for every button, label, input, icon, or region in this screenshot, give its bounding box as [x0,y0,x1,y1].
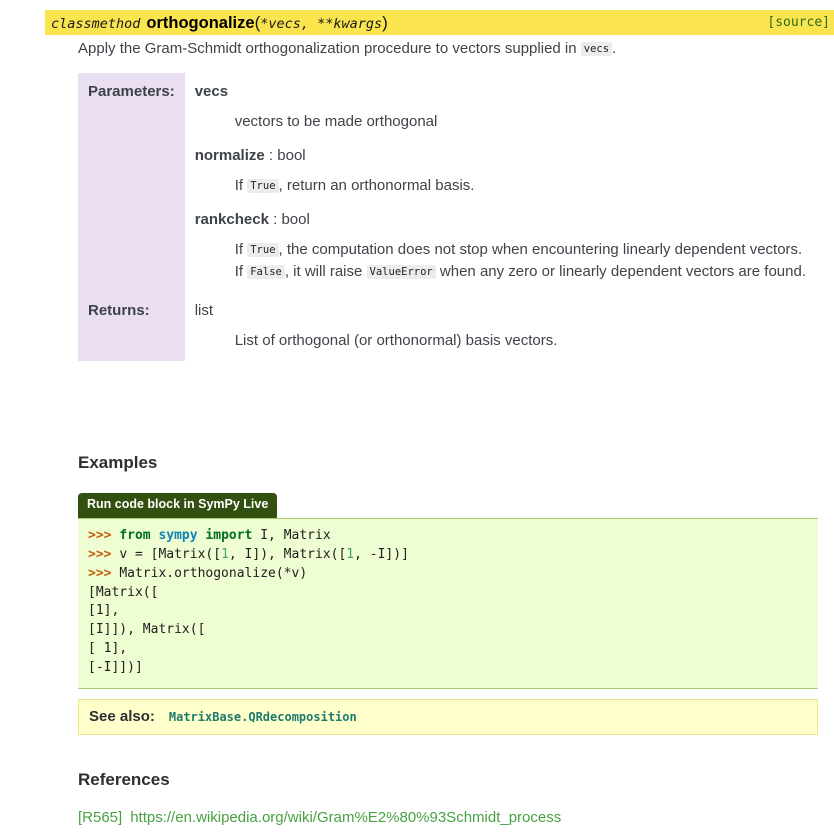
parameter-normalize: normalize : bool If True, return an orth… [195,147,818,198]
parameter-normalize-description: If True, return an orthonormal basis. [235,175,818,198]
see-also-box: See also: MatrixBase.QRdecomposition [78,699,818,735]
rankcheck-desc-line2: If False, it will raise ValueError when … [235,263,806,280]
return-type: list [194,302,214,320]
parameter-vecs-name: vecs [194,83,229,100]
inline-code-vecs: vecs [580,42,613,56]
parameter-rankcheck: rankcheck : bool If True, the computatio… [195,211,818,285]
reference-entry: [R565] https://en.wikipedia.org/wiki/Gra… [78,809,818,826]
signature-parameters: *vecs, **kwargs [260,15,383,32]
code-line: [I]]), Matrix([ [88,621,808,640]
code-token: I, Matrix [260,528,331,543]
code-line: [ 1], [88,640,808,659]
code-line: [1], [88,602,808,621]
rankcheck-line1-prefix: If [234,240,248,258]
signature-close-paren: ) [382,12,388,32]
code-token: , -I])] [354,546,409,562]
references-heading: References [78,770,170,789]
parameter-rankcheck-signature: rankcheck : bool [195,211,818,228]
parameter-rankcheck-type: bool [281,210,310,228]
parameters-body: vecs vectors to be made orthogonal norma… [185,73,818,292]
inline-code-false: False [247,265,285,280]
code-line: >>> Matrix.orthogonalize(*v) [88,565,808,584]
code-token: [-I]])] [88,659,143,675]
code-token: >>> [88,528,120,543]
examples-heading: Examples [78,453,158,472]
parameter-vecs: vecs vectors to be made orthogonal [195,83,818,134]
rankcheck-line2-prefix: If [234,263,248,281]
inline-code-true-2: True [247,242,279,257]
code-token: [Matrix([ [88,584,159,600]
parameter-rankcheck-description: If True, the computation does not stop w… [235,239,818,285]
code-token: sympy [158,528,206,543]
code-token: [ 1], [88,641,128,657]
reference-label-r565[interactable]: [R565] [78,809,122,826]
code-token: 1 [346,546,355,562]
parameter-normalize-signature: normalize : bool [195,147,818,164]
code-line: [Matrix([ [88,584,808,603]
code-line: >>> v = [Matrix([1, I]), Matrix([1, -I])… [88,546,808,565]
code-token: >>> [88,546,120,562]
code-token: from [119,528,159,543]
code-token: [1], [88,603,120,619]
parameter-normalize-separator: : [264,146,278,164]
run-code-block-button[interactable]: Run code block in SymPy Live [78,493,278,518]
signature-text: classmethod orthogonalize(*vecs, **kwargs… [51,13,388,33]
code-line: [-I]])] [88,659,808,678]
parameter-vecs-signature: vecs [195,83,818,100]
code-token: >>> [88,565,120,581]
see-also-title: See also: [89,708,155,725]
returns-body: list List of orthogonal (or orthonormal)… [185,292,818,361]
code-token: 1 [221,546,229,562]
normalize-desc-suffix: , return an orthonormal basis. [278,176,475,194]
return-description: List of orthogonal (or orthonormal) basi… [234,332,558,350]
field-list-table: Parameters: vecs vectors to be made orth… [78,73,818,361]
reference-url-link[interactable]: https://en.wikipedia.org/wiki/Gram%E2%80… [130,809,561,826]
rankcheck-line1-suffix: , the computation does not stop when enc… [278,240,803,258]
normalize-desc-prefix: If [234,176,248,194]
signature-method-name: orthogonalize [146,13,255,32]
rankcheck-desc-line1: If True, the computation does not stop w… [235,241,803,258]
parameter-normalize-type: bool [277,146,306,164]
description-text-after: . [612,40,617,57]
description-text-before: Apply the Gram-Schmidt orthogonalization… [78,40,581,57]
parameters-label: Parameters: [78,73,185,293]
code-token: Matrix.orthogonalize(*v) [119,565,308,581]
method-signature-header: classmethod orthogonalize(*vecs, **kwargs… [45,10,834,35]
documentation-page: classmethod orthogonalize(*vecs, **kwargs… [0,0,834,836]
returns-label: Returns: [78,292,185,361]
example-code-block[interactable]: >>> from sympy import I, Matrix >>> v = [… [78,518,818,689]
parameter-normalize-name: normalize [194,146,265,164]
returns-row: Returns: list List of orthogonal (or ort… [78,292,818,361]
code-line: >>> from sympy import I, Matrix [88,527,808,546]
parameter-rankcheck-separator: : [268,210,282,228]
inline-code-true: True [247,178,279,193]
parameter-rankcheck-name: rankcheck [194,210,269,228]
parameters-row: Parameters: vecs vectors to be made orth… [78,73,818,293]
source-link[interactable]: [source] [767,15,830,30]
rankcheck-line2-mid: , it will raise [284,263,367,281]
inline-code-valueerror: ValueError [366,265,436,280]
code-token: [I]]), Matrix([ [88,622,206,638]
parameter-vecs-description: vectors to be made orthogonal [234,113,438,130]
rankcheck-line2-suffix: when any zero or linearly dependent vect… [435,263,806,281]
see-also-link-qrdecomposition[interactable]: MatrixBase.QRdecomposition [169,710,357,724]
signature-classmethod-prefix: classmethod [51,15,141,32]
method-description: Apply the Gram-Schmidt orthogonalization… [78,38,818,59]
code-token: v = [Matrix([ [119,546,222,562]
code-token: import [205,528,261,543]
code-token: , I]), Matrix([ [228,546,347,562]
